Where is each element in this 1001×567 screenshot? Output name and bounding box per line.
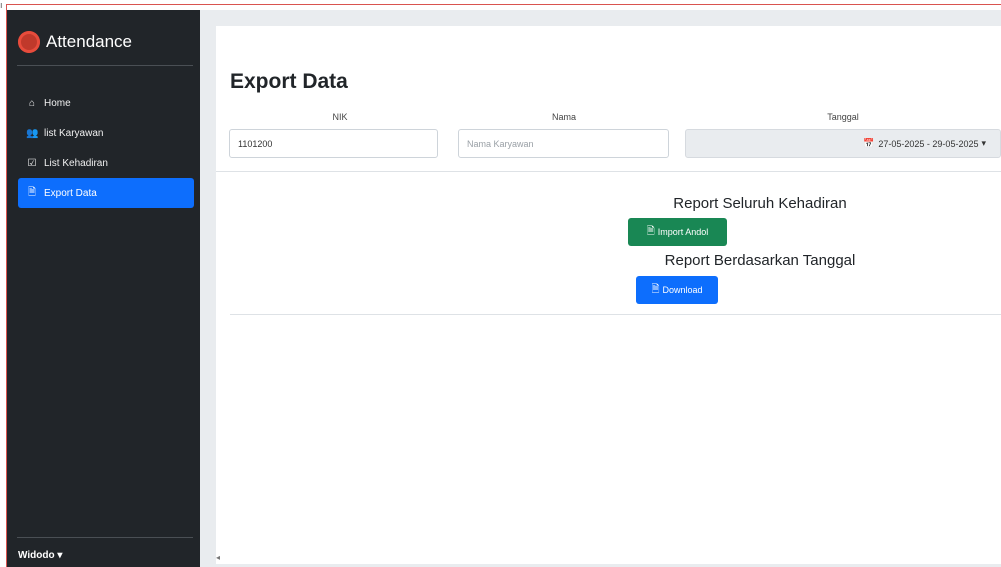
home-icon: ⌂: [28, 97, 36, 109]
user-name: Widodo: [18, 550, 55, 561]
import-excel-button[interactable]: 🗎 Import Andol: [628, 218, 727, 246]
sidebar-item-export-data[interactable]: 🗎 Export Data: [18, 178, 194, 208]
sidebar: Attendance ⌂ Home 👥 list Karyawan ☑ List…: [7, 10, 200, 567]
download-button[interactable]: 🗎 Download: [636, 276, 718, 304]
nik-label: NIK: [332, 112, 348, 122]
sidebar-divider: [17, 65, 193, 66]
chevron-down-icon: ▾: [57, 550, 63, 561]
sidebar-item-label: List Kehadiran: [44, 157, 108, 169]
nik-input[interactable]: [229, 129, 438, 158]
content-card: [216, 26, 1001, 564]
user-dropdown[interactable]: Widodo ▾: [18, 550, 62, 561]
sidebar-item-label: Export Data: [44, 187, 97, 199]
sidebar-nav: ⌂ Home 👥 list Karyawan ☑ List Kehadiran …: [18, 88, 194, 208]
sidebar-item-label: list Karyawan: [44, 127, 104, 139]
calendar-icon: 📅: [863, 138, 875, 148]
sidebar-item-list-karyawan[interactable]: 👥 list Karyawan: [18, 118, 194, 148]
sidebar-item-label: Home: [44, 97, 71, 109]
corner-mark: ı: [0, 0, 3, 10]
nama-input[interactable]: [458, 129, 669, 158]
report-all-title: Report Seluruh Kehadiran: [673, 195, 847, 212]
date-range-value: 27-05-2025 - 29-05-2025: [878, 138, 979, 149]
sidebar-item-home[interactable]: ⌂ Home: [18, 88, 194, 118]
date-range-picker[interactable]: 📅 27-05-2025 - 29-05-2025 ▾: [685, 129, 1001, 158]
scroll-left-icon[interactable]: ◂: [216, 553, 220, 562]
section-divider: [216, 171, 1001, 172]
sidebar-item-list-kehadiran[interactable]: ☑ List Kehadiran: [18, 148, 194, 178]
file-excel-icon: 🗎: [646, 225, 655, 237]
page-title: Export Data: [230, 70, 348, 93]
tanggal-label: Tanggal: [827, 112, 859, 122]
brand-logo: [18, 31, 40, 53]
check-square-icon: ☑: [27, 157, 37, 169]
file-icon: 🗎: [27, 186, 37, 198]
caret-down-icon: ▾: [981, 138, 986, 148]
nama-label: Nama: [551, 112, 576, 122]
brand-title: Attendance: [46, 32, 133, 51]
frame-top-border: [6, 4, 1001, 5]
download-label: Download: [662, 285, 703, 295]
brand[interactable]: Attendance: [18, 28, 132, 56]
sidebar-bottom-divider: [17, 537, 193, 538]
report-date-title: Report Berdasarkan Tanggal: [664, 252, 856, 269]
bottom-divider: [230, 314, 1001, 315]
file-icon: 🗎: [651, 283, 660, 295]
import-excel-label: Import Andol: [657, 227, 709, 237]
users-icon: 👥: [26, 127, 39, 139]
